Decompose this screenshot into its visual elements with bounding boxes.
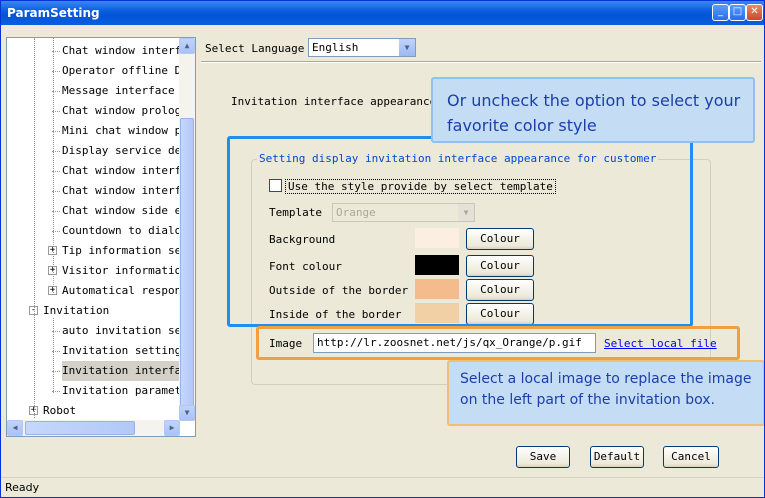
callout-bottom-line1: Select a local image to replace the imag…	[460, 371, 752, 387]
tree-item[interactable]: Operator offline Dis	[7, 61, 194, 81]
language-select[interactable]: English ▼	[308, 38, 416, 57]
window-title: ParamSetting	[7, 6, 100, 20]
tree-item[interactable]: + Visitor information	[7, 261, 188, 281]
save-button[interactable]: Save	[516, 446, 570, 468]
orange-highlight-frame	[256, 326, 740, 360]
tree-connector	[34, 38, 35, 418]
tree-item-label: Chat window prologue	[62, 104, 195, 117]
tree-item[interactable]: - Invitation	[7, 301, 179, 321]
tree-item[interactable]: Chat window interfac	[7, 41, 194, 61]
close-button[interactable]: ✕	[746, 4, 763, 21]
minimize-button[interactable]: _	[712, 4, 729, 21]
header-divider	[201, 62, 761, 63]
tree-connector	[53, 318, 54, 393]
tree-item[interactable]: Chat window interfac	[7, 181, 194, 201]
tree-item-label: Mini chat window pro	[62, 124, 195, 137]
tree-item-label: auto invitation sett	[62, 324, 195, 337]
tree-horizontal-scrollbar[interactable]: ◀ ▶	[7, 420, 180, 436]
tree-item-label: Operator offline Dis	[62, 64, 195, 77]
scroll-up-icon: ▲	[184, 41, 190, 50]
tree-item-label: Automatical response	[62, 284, 195, 297]
tree-item[interactable]: Invitation interface	[7, 361, 195, 381]
maximize-icon: □	[732, 6, 743, 17]
tree-item-label: Message interface se	[62, 84, 195, 97]
tree-item-label: Invitation interface	[62, 361, 195, 381]
status-text: Ready	[5, 481, 40, 494]
color-style-callout: Or uncheck the option to select your fav…	[431, 77, 755, 143]
tree-item-label: Countdown to dialog	[62, 224, 188, 237]
scroll-right-button[interactable]: ▶	[164, 420, 180, 436]
title-bar[interactable]: ParamSetting	[1, 1, 764, 25]
tree-connector	[53, 38, 54, 293]
tree-item-label: Invitation parameter	[62, 384, 195, 397]
status-bar: Ready	[1, 477, 764, 497]
tree-item[interactable]: Display service depa	[7, 141, 194, 161]
scroll-right-icon: ▶	[169, 423, 175, 432]
tree-item-label: Invitation setting	[62, 344, 182, 357]
tree-item[interactable]: Mini chat window pro	[7, 121, 194, 141]
minimize-icon: _	[718, 6, 723, 17]
language-value: English	[312, 41, 359, 54]
callout-bottom-line2: on the left part of the invitation box.	[460, 392, 716, 408]
callout-top-line2: favorite color style	[447, 116, 597, 135]
default-button[interactable]: Default	[590, 446, 644, 468]
close-icon: ✕	[750, 6, 759, 17]
tree-item[interactable]: auto invitation sett	[7, 321, 194, 341]
settings-tree[interactable]: Chat window interfac Operator offline Dis…	[6, 37, 196, 437]
tree-item[interactable]: Chat window interfac	[7, 161, 194, 181]
maximize-button[interactable]: □	[729, 4, 746, 21]
tree-vertical-scrollbar[interactable]: ▲ ▼	[179, 38, 195, 421]
tree-item-label: Visitor information	[62, 264, 188, 277]
tree-item[interactable]: Message interface se	[7, 81, 194, 101]
scroll-left-button[interactable]: ◀	[7, 420, 23, 436]
horizontal-scroll-thumb[interactable]	[25, 421, 135, 435]
tree-item[interactable]: + Automatical response	[7, 281, 194, 301]
param-setting-window: ParamSetting _ □ ✕ Chat window interfac O…	[0, 0, 765, 498]
scroll-up-button[interactable]: ▲	[179, 38, 195, 54]
tree-item-label: Chat window side edg	[62, 204, 195, 217]
tree-item[interactable]: Countdown to dialog	[7, 221, 188, 241]
scroll-down-button[interactable]: ▼	[179, 405, 195, 421]
callout-top-line1: Or uncheck the option to select your	[447, 91, 741, 110]
tree-item-label: Chat window interfac	[62, 184, 195, 197]
local-image-callout: Select a local image to replace the imag…	[447, 360, 764, 426]
tree-item-label: Robot	[43, 404, 77, 417]
tree-item[interactable]: Invitation parameter	[7, 381, 194, 401]
tree-item[interactable]: + Robot	[7, 401, 179, 421]
tree-item[interactable]: + Tip information sett	[7, 241, 194, 261]
cancel-button[interactable]: Cancel	[663, 446, 719, 468]
tree-item-label: Chat window interfac	[62, 164, 195, 177]
blue-highlight-frame	[227, 136, 693, 327]
chevron-down-icon: ▼	[399, 39, 415, 56]
language-label: Select Language	[205, 42, 305, 55]
tree-item[interactable]: Invitation setting	[7, 341, 182, 361]
scroll-down-icon: ▼	[184, 408, 190, 417]
vertical-scroll-thumb[interactable]	[180, 118, 194, 408]
tree-item-label: Display service depa	[62, 144, 195, 157]
scroll-left-icon: ◀	[12, 423, 18, 432]
tree-item-label: Chat window interfac	[62, 44, 195, 57]
section-heading: Invitation interface appearance se	[231, 95, 457, 108]
tree-item[interactable]: Chat window prologue	[7, 101, 194, 121]
tree-item[interactable]: Chat window side edg	[7, 201, 194, 221]
tree-item-label: Tip information sett	[62, 244, 195, 257]
